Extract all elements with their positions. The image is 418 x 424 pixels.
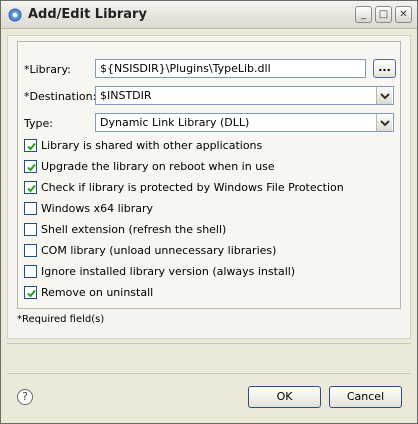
checkbox[interactable]	[24, 159, 37, 173]
checkmark-icon	[27, 184, 36, 192]
chevron-down-icon[interactable]	[376, 114, 392, 131]
checkmark-icon	[27, 142, 36, 150]
library-field[interactable]: ${NSISDIR}\Plugins\TypeLib.dll	[95, 59, 366, 78]
title-bar[interactable]: Add/Edit Library _ □ ✕	[1, 1, 417, 29]
divider	[7, 373, 411, 374]
checkbox[interactable]	[24, 138, 37, 152]
checkbox-label: Check if library is protected by Windows…	[41, 180, 344, 194]
checkbox-label: Ignore installed library version (always…	[41, 264, 296, 278]
checkbox[interactable]	[24, 264, 37, 278]
checkbox-row[interactable]: Ignore installed library version (always…	[24, 263, 295, 279]
checkbox[interactable]	[24, 180, 37, 194]
destination-combobox[interactable]: $INSTDIR	[95, 86, 394, 105]
browse-button[interactable]: ...	[373, 59, 396, 78]
divider	[7, 343, 411, 344]
checkbox-row[interactable]: Upgrade the library on reboot when in us…	[24, 158, 275, 174]
checkbox-row[interactable]: Remove on uninstall	[24, 284, 153, 300]
destination-label: *Destination:	[24, 90, 97, 103]
checkbox-row[interactable]: COM library (unload unnecessary librarie…	[24, 242, 276, 258]
checkbox-label: Library is shared with other application…	[41, 138, 263, 152]
checkbox-row[interactable]: Windows x64 library	[24, 200, 153, 216]
checkbox[interactable]	[24, 243, 37, 257]
checkbox[interactable]	[24, 222, 37, 236]
type-value: Dynamic Link Library (DLL)	[100, 116, 250, 129]
minimize-button[interactable]: _	[355, 6, 372, 23]
checkbox-label: COM library (unload unnecessary librarie…	[41, 243, 277, 257]
checkbox-label: Upgrade the library on reboot when in us…	[41, 159, 275, 173]
cancel-button[interactable]: Cancel	[329, 386, 402, 408]
chevron-down-icon[interactable]	[376, 87, 392, 104]
ok-button[interactable]: OK	[248, 386, 321, 408]
type-combobox[interactable]: Dynamic Link Library (DLL)	[95, 113, 394, 132]
close-button[interactable]: ✕	[395, 6, 412, 23]
checkmark-icon	[27, 163, 36, 171]
checkbox[interactable]	[24, 201, 37, 215]
dialog-window: Add/Edit Library _ □ ✕ *Library: ${NSISD…	[0, 0, 418, 424]
checkbox-label: Windows x64 library	[41, 201, 153, 215]
window-title: Add/Edit Library	[28, 7, 147, 22]
checkbox[interactable]	[24, 285, 37, 299]
checkmark-icon	[27, 289, 36, 297]
app-icon	[8, 8, 22, 22]
required-note: *Required field(s)	[17, 314, 105, 325]
help-button[interactable]: ?	[17, 389, 33, 405]
checkbox-label: Shell extension (refresh the shell)	[41, 222, 227, 236]
checkbox-row[interactable]: Check if library is protected by Windows…	[24, 179, 344, 195]
checkbox-row[interactable]: Shell extension (refresh the shell)	[24, 221, 226, 237]
destination-value: $INSTDIR	[100, 89, 152, 102]
checkbox-label: Remove on uninstall	[41, 285, 154, 299]
maximize-button[interactable]: □	[375, 6, 392, 23]
type-label: Type:	[24, 117, 53, 130]
library-label: *Library:	[24, 63, 71, 76]
checkbox-row[interactable]: Library is shared with other application…	[24, 137, 262, 153]
